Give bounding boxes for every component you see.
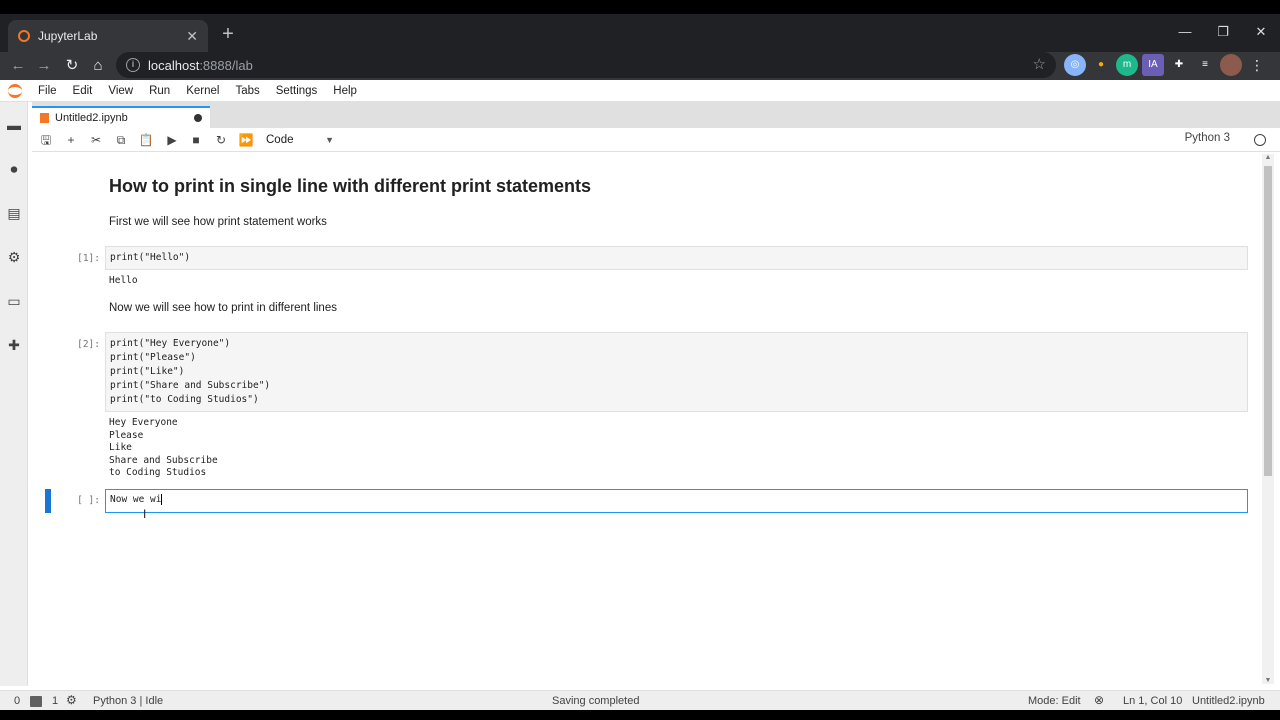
notebook-icon: [40, 113, 49, 123]
document-tab-untitled2[interactable]: Untitled2.ipynb: [32, 106, 210, 128]
url-path: :8888/lab: [199, 57, 253, 73]
maximize-button[interactable]: ❐: [1204, 14, 1242, 50]
status-zero[interactable]: 0: [14, 695, 20, 707]
close-window-button[interactable]: ✕: [1242, 14, 1280, 50]
saving-status: Saving completed: [552, 695, 640, 707]
puzzle-extensions-icon[interactable]: ✚: [1168, 54, 1190, 76]
unsaved-dot-icon[interactable]: [194, 114, 202, 122]
home-icon[interactable]: ⌂: [86, 54, 110, 78]
ibeam-cursor-icon: I: [143, 507, 147, 521]
insert-cell-plus-icon[interactable]: +: [61, 130, 81, 150]
menu-kernel[interactable]: Kernel: [178, 85, 227, 97]
cell-1-output: Hello: [109, 275, 138, 286]
notebook-scrollbar[interactable]: ▲ ▼: [1262, 154, 1274, 684]
info-icon[interactable]: i: [126, 58, 140, 72]
menu-bar: File Edit View Run Kernel Tabs Settings …: [0, 80, 1280, 102]
reload-icon[interactable]: ↻: [60, 54, 84, 78]
menu-help[interactable]: Help: [325, 85, 365, 97]
kernel-status-text[interactable]: Python 3 | Idle: [93, 695, 163, 707]
extension-1-icon[interactable]: ◎: [1064, 54, 1086, 76]
terminal-icon[interactable]: [30, 696, 42, 707]
cell-2-prompt: [2]:: [77, 339, 100, 350]
document-tab-bar: Untitled2.ipynb: [32, 102, 1280, 128]
url-host: localhost: [148, 57, 200, 73]
jupyter-logo-icon: [0, 80, 30, 102]
cell-2-output: Hey Everyone Please Like Share and Subsc…: [109, 417, 218, 479]
menu-run[interactable]: Run: [141, 85, 178, 97]
scroll-down-icon[interactable]: ▼: [1262, 677, 1274, 684]
chevron-down-icon: ▼: [325, 135, 334, 145]
minimize-button[interactable]: —: [1166, 14, 1204, 50]
reading-list-icon[interactable]: ≡: [1194, 54, 1216, 76]
extension-3-icon[interactable]: m: [1116, 54, 1138, 76]
menu-file[interactable]: File: [30, 85, 65, 97]
profile-avatar[interactable]: ●: [1220, 54, 1242, 76]
scroll-up-icon[interactable]: ▲: [1262, 154, 1274, 161]
document-tab-title: Untitled2.ipynb: [55, 112, 128, 124]
code-cell-2[interactable]: print("Hey Everyone") print("Please") pr…: [105, 332, 1248, 412]
back-arrow-icon[interactable]: ←: [6, 54, 30, 78]
restart-icon[interactable]: ↻: [211, 130, 231, 150]
code-cell-3-editing[interactable]: Now we wi: [105, 489, 1248, 513]
markdown-heading: How to print in single line with differe…: [109, 176, 592, 196]
stop-square-icon[interactable]: ■: [186, 130, 206, 150]
property-inspector-gear-icon[interactable]: ⚙: [5, 248, 23, 266]
left-sidebar: ▬ ⏺ ▤ ⚙ ▭ ✚: [0, 102, 28, 686]
extension-manager-puzzle-icon[interactable]: ✚: [5, 336, 23, 354]
markdown-paragraph-1: First we will see how print statement wo…: [109, 216, 327, 228]
jupyterlab-app: File Edit View Run Kernel Tabs Settings …: [0, 80, 1280, 710]
command-palette-icon[interactable]: ▤: [5, 204, 23, 222]
notebook-panel: How to print in single line with differe…: [32, 152, 1262, 684]
debugger-bug-icon[interactable]: ⊗: [1094, 693, 1104, 707]
close-icon[interactable]: ✕: [186, 28, 198, 45]
menu-view[interactable]: View: [100, 85, 141, 97]
cell-type-value: Code: [266, 134, 294, 146]
running-kernels-icon[interactable]: ⏺: [5, 160, 23, 178]
status-one[interactable]: 1: [52, 695, 58, 707]
cell-1-prompt: [1]:: [77, 253, 100, 264]
open-tabs-icon[interactable]: ▭: [5, 292, 23, 310]
new-tab-button[interactable]: +: [216, 22, 240, 46]
bookmark-star-icon[interactable]: ☆: [1033, 55, 1046, 73]
window-controls: — ❐ ✕: [1166, 14, 1280, 50]
kernel-name[interactable]: Python 3: [1185, 132, 1230, 144]
notebook-toolbar: 🖫 + ✂ ⧉ 📋 ▶ ■ ↻ ⏩ Code ▼ Python 3: [32, 128, 1280, 152]
cut-scissors-icon[interactable]: ✂: [86, 130, 106, 150]
save-icon[interactable]: 🖫: [36, 130, 56, 150]
folder-icon[interactable]: ▬: [5, 116, 23, 134]
browser-menu-icon[interactable]: ⋮: [1246, 54, 1268, 76]
menu-edit[interactable]: Edit: [65, 85, 101, 97]
cell-3-prompt: [ ]:: [77, 495, 100, 506]
address-bar[interactable]: i localhost:8888/lab ☆: [116, 52, 1056, 78]
extension-icons: ◎ ● m IA ✚ ≡ ● ⋮: [1064, 54, 1268, 76]
menu-settings[interactable]: Settings: [268, 85, 326, 97]
browser-tab-title: JupyterLab: [38, 29, 98, 43]
markdown-paragraph-2: Now we will see how to print in differen…: [109, 302, 337, 314]
extension-2-icon[interactable]: ●: [1090, 54, 1112, 76]
scrollbar-thumb[interactable]: [1264, 166, 1272, 476]
mode-indicator: Mode: Edit: [1028, 695, 1081, 707]
code-cell-1[interactable]: print("Hello"): [105, 246, 1248, 270]
status-file-name: Untitled2.ipynb: [1192, 695, 1265, 707]
jupyter-favicon-icon: [18, 30, 30, 42]
forward-arrow-icon[interactable]: →: [32, 54, 56, 78]
cell-3-text: Now we wi: [110, 494, 162, 505]
status-bar: 0 1 ⚙ Python 3 | Idle Saving completed M…: [0, 690, 1280, 710]
kernel-gear-icon: ⚙: [66, 693, 77, 707]
extension-4-icon[interactable]: IA: [1142, 54, 1164, 76]
browser-tabstrip: JupyterLab ✕ + — ❐ ✕: [0, 14, 1280, 52]
cell-type-select[interactable]: Code ▼: [266, 130, 334, 150]
run-play-icon[interactable]: ▶: [162, 130, 182, 150]
paste-icon[interactable]: 📋: [136, 130, 156, 150]
fast-forward-icon[interactable]: ⏩: [236, 130, 256, 150]
browser-toolbar: ← → ↻ ⌂ i localhost:8888/lab ☆ ◎ ● m IA …: [0, 52, 1280, 80]
browser-tab-jupyterlab[interactable]: JupyterLab ✕: [8, 20, 208, 52]
kernel-status-circle-icon: [1254, 134, 1266, 146]
text-caret: [161, 494, 163, 505]
cursor-position[interactable]: Ln 1, Col 10: [1123, 695, 1182, 707]
bottom-letterbox: [0, 710, 1280, 720]
menu-tabs[interactable]: Tabs: [227, 85, 267, 97]
copy-icon[interactable]: ⧉: [111, 130, 131, 150]
active-cell-indicator: [45, 489, 51, 513]
